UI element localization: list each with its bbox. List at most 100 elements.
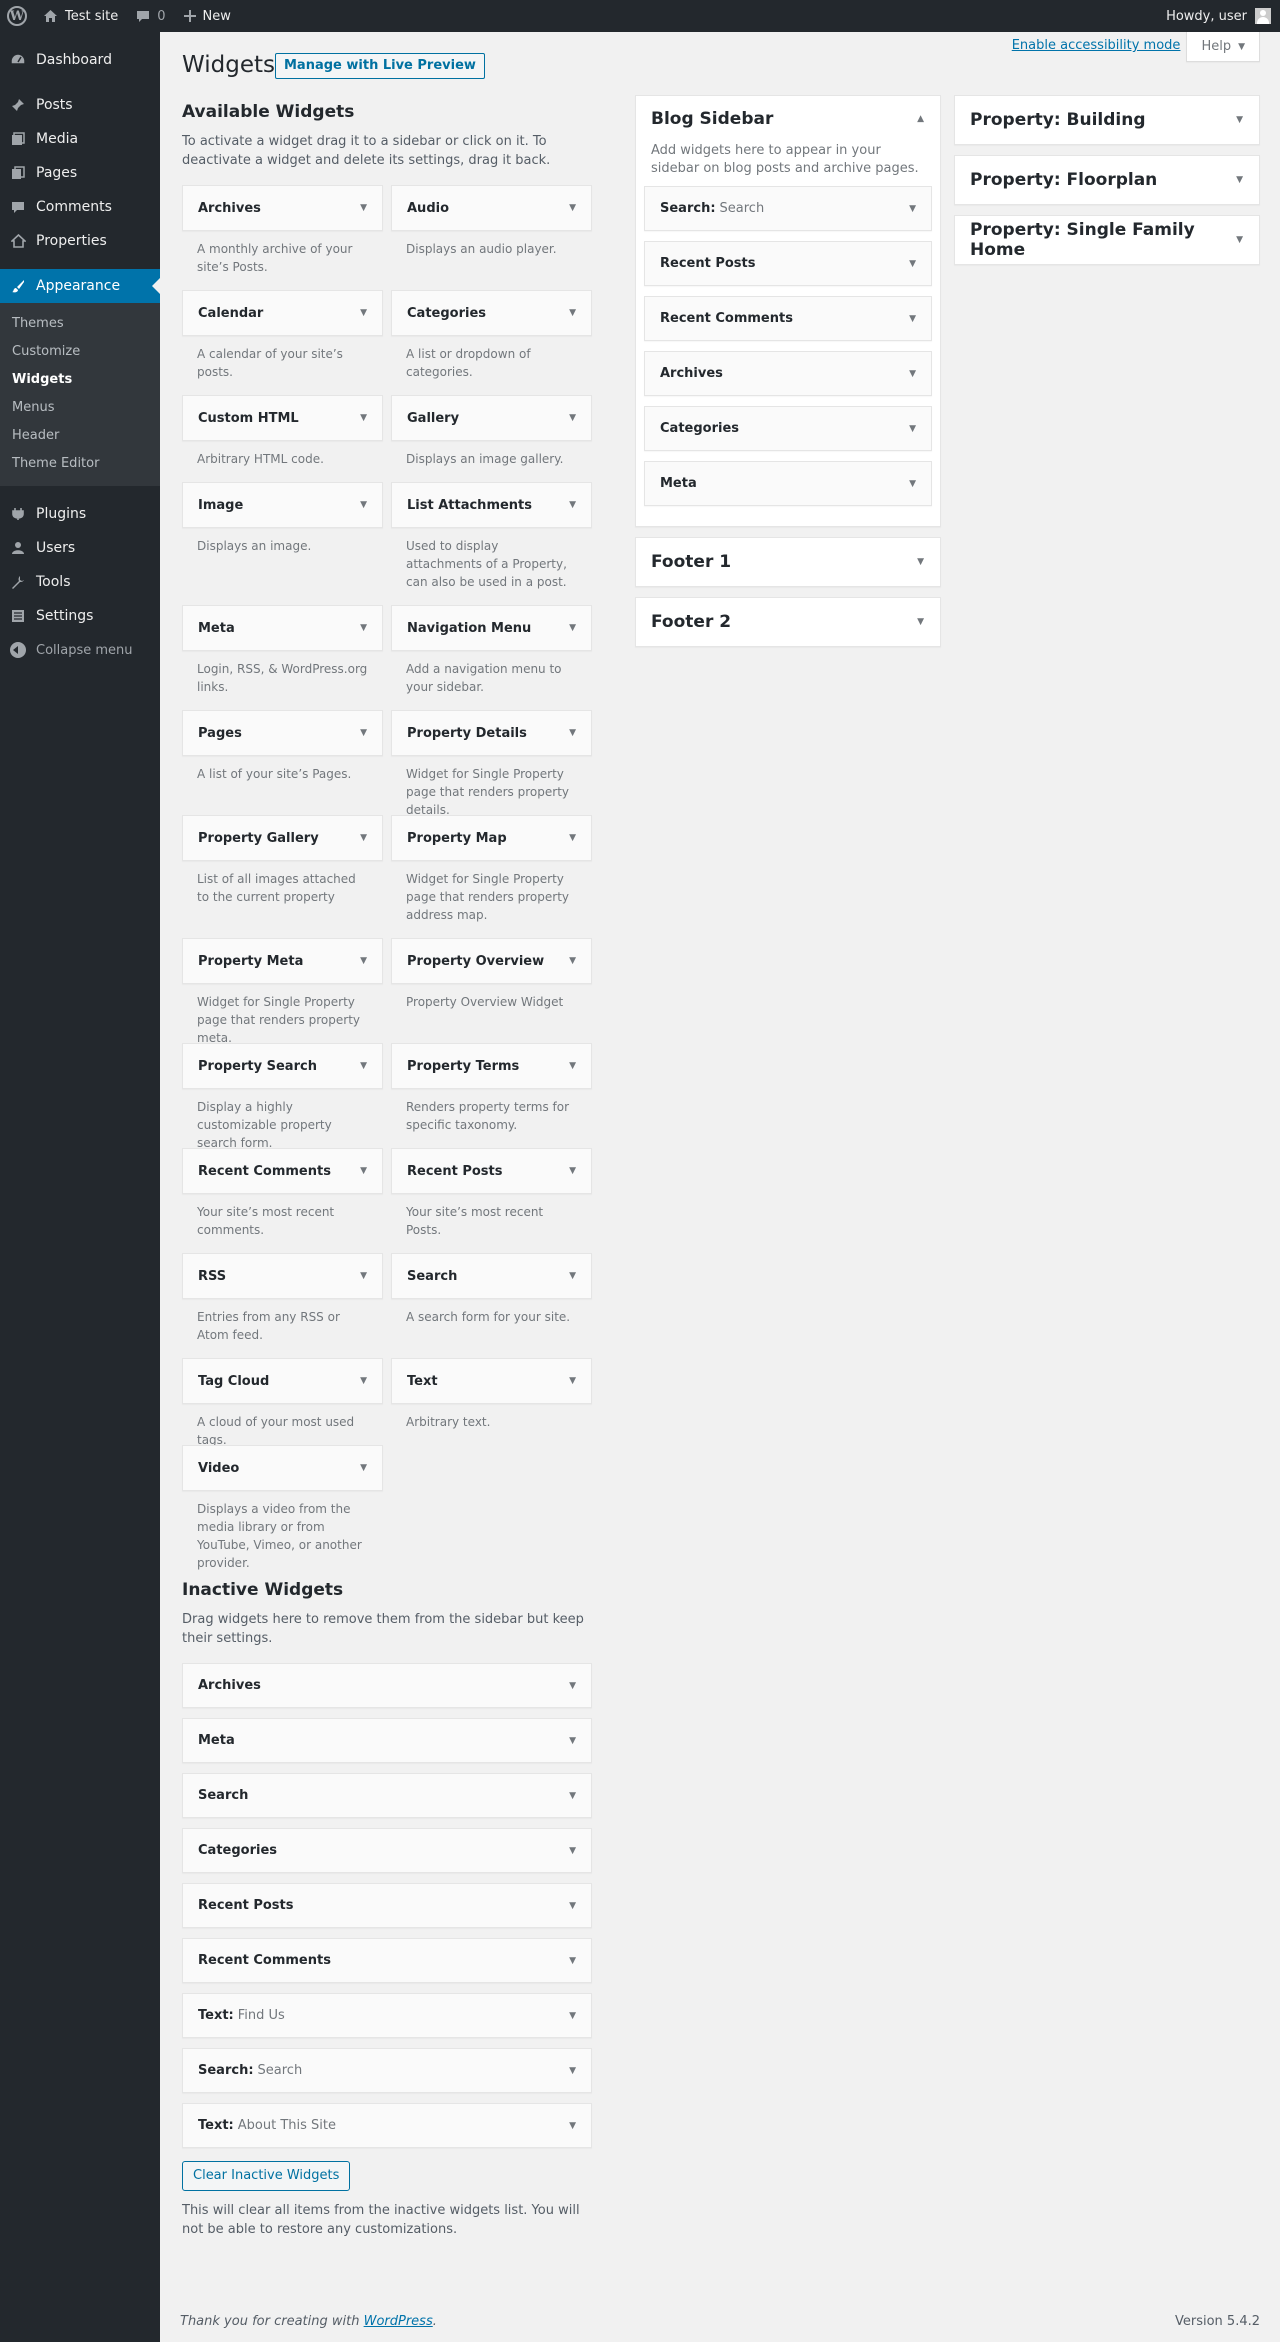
menu-item-comments[interactable]: Comments xyxy=(0,190,160,224)
caret-down-icon[interactable]: ▼ xyxy=(569,956,576,966)
widget-header[interactable]: Property Map ▼ xyxy=(391,815,592,861)
widget-header[interactable]: Search ▼ xyxy=(391,1253,592,1299)
caret-down-icon[interactable]: ▼ xyxy=(360,1166,367,1176)
widget-header[interactable]: Tag Cloud ▼ xyxy=(182,1358,383,1404)
caret-down-icon[interactable]: ▼ xyxy=(909,204,916,214)
caret-down-icon[interactable]: ▼ xyxy=(569,1791,576,1801)
caret-down-icon[interactable]: ▼ xyxy=(360,413,367,423)
caret-down-icon[interactable]: ▼ xyxy=(917,557,924,567)
sidebar-widget-item[interactable]: Archives ▼ xyxy=(644,351,932,396)
new-content-link[interactable]: New xyxy=(175,0,240,32)
caret-down-icon[interactable]: ▼ xyxy=(360,500,367,510)
caret-down-icon[interactable]: ▼ xyxy=(909,479,916,489)
caret-down-icon[interactable]: ▼ xyxy=(360,623,367,633)
wordpress-logo-icon[interactable]: W xyxy=(0,0,34,32)
collapse-menu-button[interactable]: Collapse menu xyxy=(0,633,160,667)
caret-down-icon[interactable]: ▼ xyxy=(917,617,924,627)
caret-down-icon[interactable]: ▼ xyxy=(1236,235,1243,245)
widget-item[interactable]: Gallery ▼ Displays an image gallery. xyxy=(391,395,592,482)
caret-down-icon[interactable]: ▼ xyxy=(360,308,367,318)
property-sidebar[interactable]: Property: Single Family Home ▼ xyxy=(954,215,1260,265)
widget-item[interactable]: List Attachments ▼ Used to display attachm… xyxy=(391,482,592,605)
inactive-widget-item[interactable]: Archives ▼ xyxy=(182,1663,592,1708)
submenu-item-menus[interactable]: Menus xyxy=(0,394,160,422)
widget-header[interactable]: Navigation Menu ▼ xyxy=(391,605,592,651)
widget-item[interactable]: Property Terms ▼ Renders property terms fo… xyxy=(391,1043,592,1148)
widget-header[interactable]: Custom HTML ▼ xyxy=(182,395,383,441)
inactive-widget-item[interactable]: Search: Search ▼ xyxy=(182,2048,592,2093)
menu-item-settings[interactable]: Settings xyxy=(0,599,160,633)
clear-inactive-widgets-button[interactable]: Clear Inactive Widgets xyxy=(182,2161,351,2191)
caret-down-icon[interactable]: ▼ xyxy=(569,1271,576,1281)
caret-down-icon[interactable]: ▼ xyxy=(569,728,576,738)
caret-down-icon[interactable]: ▼ xyxy=(360,1061,367,1071)
sidebar-widget-item[interactable]: Categories ▼ xyxy=(644,406,932,451)
widget-header[interactable]: Property Terms ▼ xyxy=(391,1043,592,1089)
caret-down-icon[interactable]: ▼ xyxy=(569,2011,576,2021)
widget-header[interactable]: Property Overview ▼ xyxy=(391,938,592,984)
caret-down-icon[interactable]: ▼ xyxy=(569,203,576,213)
widget-item[interactable]: Property Meta ▼ Widget for Single Property… xyxy=(182,938,383,1045)
property-sidebar-header[interactable]: Property: Building ▼ xyxy=(955,96,1259,144)
widget-header[interactable]: Pages ▼ xyxy=(182,710,383,756)
widget-header[interactable]: Categories ▼ xyxy=(391,290,592,336)
widget-item[interactable]: Property Details ▼ Widget for Single Prope… xyxy=(391,710,592,817)
widget-header[interactable]: Meta ▼ xyxy=(182,605,383,651)
widget-item[interactable]: Categories ▼ A list or dropdown of categor… xyxy=(391,290,592,395)
widget-item[interactable]: Recent Comments ▼ Your site’s most recent … xyxy=(182,1148,383,1253)
menu-item-posts[interactable]: Posts xyxy=(0,88,160,122)
widget-item[interactable]: Image ▼ Displays an image. xyxy=(182,482,383,605)
caret-down-icon[interactable]: ▼ xyxy=(569,2121,576,2131)
widget-header[interactable]: Archives ▼ xyxy=(182,185,383,231)
caret-down-icon[interactable]: ▼ xyxy=(360,1271,367,1281)
inactive-widget-item[interactable]: Search ▼ xyxy=(182,1773,592,1818)
menu-item-tools[interactable]: Tools xyxy=(0,565,160,599)
help-tab-button[interactable]: Help ▼ xyxy=(1186,32,1260,62)
menu-item-users[interactable]: Users xyxy=(0,531,160,565)
widget-header[interactable]: Gallery ▼ xyxy=(391,395,592,441)
property-sidebar[interactable]: Property: Floorplan ▼ xyxy=(954,155,1260,205)
widget-header[interactable]: Recent Posts ▼ xyxy=(391,1148,592,1194)
widget-item[interactable]: Property Gallery ▼ List of all images atta… xyxy=(182,815,383,938)
caret-down-icon[interactable]: ▼ xyxy=(569,1956,576,1966)
submenu-item-themes[interactable]: Themes xyxy=(0,310,160,338)
caret-down-icon[interactable]: ▼ xyxy=(360,956,367,966)
menu-item-properties[interactable]: Properties xyxy=(0,224,160,258)
caret-down-icon[interactable]: ▼ xyxy=(569,2066,576,2076)
widget-item[interactable]: Meta ▼ Login, RSS, & WordPress.org links. xyxy=(182,605,383,710)
widget-item[interactable]: Recent Posts ▼ Your site’s most recent Pos… xyxy=(391,1148,592,1253)
caret-down-icon[interactable]: ▼ xyxy=(909,369,916,379)
footer-1-sidebar[interactable]: Footer 1 ▼ xyxy=(635,537,941,587)
widget-header[interactable]: Audio ▼ xyxy=(391,185,592,231)
widget-item[interactable]: Calendar ▼ A calendar of your site’s posts… xyxy=(182,290,383,395)
footer-2-header[interactable]: Footer 2 ▼ xyxy=(636,598,940,646)
widget-item[interactable]: Tag Cloud ▼ A cloud of your most used tags… xyxy=(182,1358,383,1447)
widget-header[interactable]: Calendar ▼ xyxy=(182,290,383,336)
inactive-widget-item[interactable]: Meta ▼ xyxy=(182,1718,592,1763)
widget-header[interactable]: Text ▼ xyxy=(391,1358,592,1404)
widget-item[interactable]: Property Overview ▼ Property Overview Widg… xyxy=(391,938,592,1043)
menu-item-appearance[interactable]: Appearance xyxy=(0,269,160,303)
footer-1-header[interactable]: Footer 1 ▼ xyxy=(636,538,940,586)
caret-down-icon[interactable]: ▼ xyxy=(569,308,576,318)
caret-down-icon[interactable]: ▼ xyxy=(569,1681,576,1691)
footer-2-sidebar[interactable]: Footer 2 ▼ xyxy=(635,597,941,647)
submenu-item-header[interactable]: Header xyxy=(0,422,160,450)
caret-down-icon[interactable]: ▼ xyxy=(569,1736,576,1746)
caret-down-icon[interactable]: ▼ xyxy=(360,1376,367,1386)
property-sidebar[interactable]: Property: Building ▼ xyxy=(954,95,1260,145)
caret-down-icon[interactable]: ▼ xyxy=(569,1376,576,1386)
sidebar-widget-item[interactable]: Meta ▼ xyxy=(644,461,932,506)
sidebar-widget-item[interactable]: Recent Comments ▼ xyxy=(644,296,932,341)
caret-down-icon[interactable]: ▼ xyxy=(909,259,916,269)
caret-down-icon[interactable]: ▼ xyxy=(1236,115,1243,125)
caret-down-icon[interactable]: ▼ xyxy=(569,833,576,843)
widget-item[interactable]: Property Map ▼ Widget for Single Property … xyxy=(391,815,592,938)
caret-down-icon[interactable]: ▼ xyxy=(569,1061,576,1071)
caret-up-icon[interactable]: ▲ xyxy=(917,114,924,124)
inactive-widget-item[interactable]: Text: About This Site ▼ xyxy=(182,2103,592,2148)
my-account-link[interactable]: Howdy, user xyxy=(1157,0,1280,32)
widget-item[interactable]: Audio ▼ Displays an audio player. xyxy=(391,185,592,290)
blog-sidebar-header[interactable]: Blog Sidebar ▲ xyxy=(636,96,940,142)
widget-header[interactable]: Recent Comments ▼ xyxy=(182,1148,383,1194)
